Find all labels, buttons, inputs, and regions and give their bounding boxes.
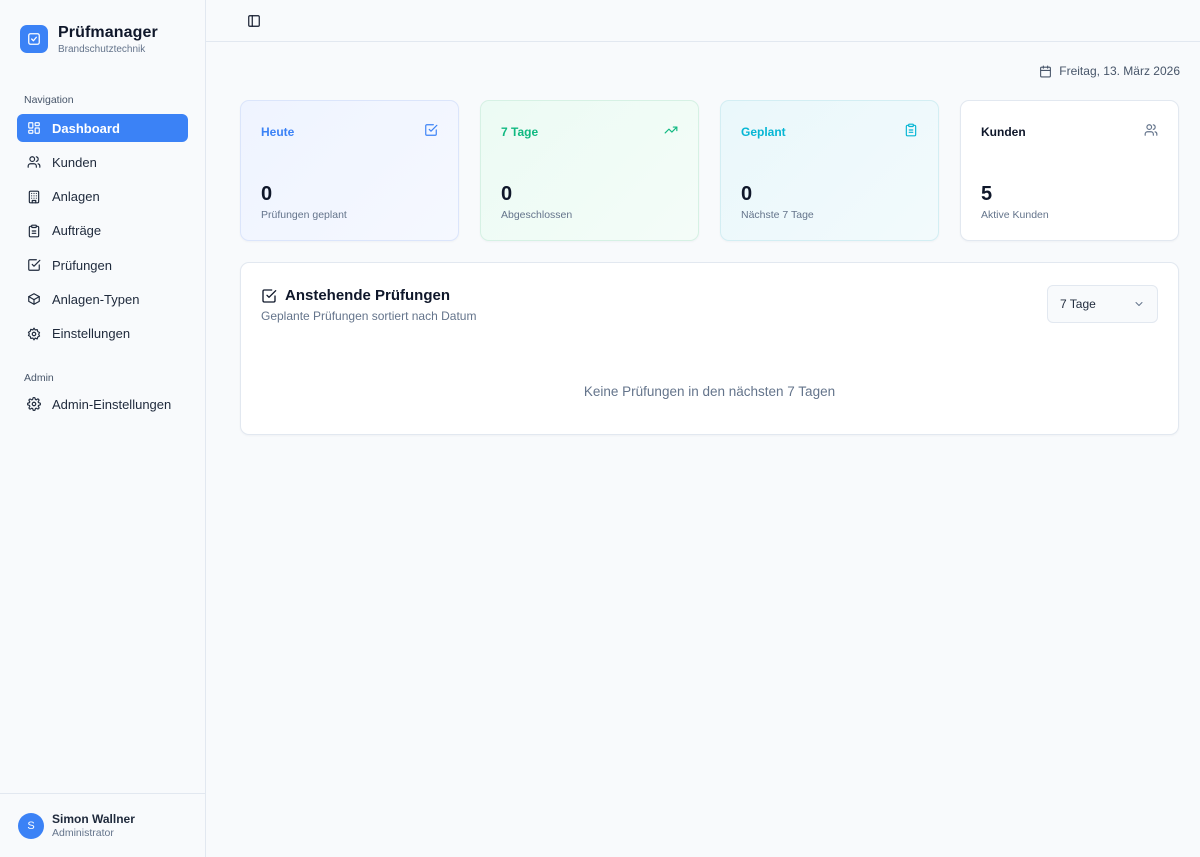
stat-title: Kunden [981,125,1026,139]
avatar: S [18,812,44,839]
topbar [206,0,1200,42]
sidebar-item-auftraege[interactable]: Aufträge [17,217,188,245]
sidebar-item-admin-einstellungen[interactable]: Admin-Einstellungen [17,390,188,418]
stat-subtitle: Nächste 7 Tage [741,209,814,221]
users-icon [27,155,41,169]
date-text: Freitag, 13. März 2026 [1059,64,1180,78]
check-square-icon [261,288,277,304]
package-icon [27,292,41,306]
brand-subtitle: Brandschutztechnik [58,43,146,55]
nav-list-admin: Admin-Einstellungen [0,384,205,424]
stat-subtitle: Prüfungen geplant [261,209,347,221]
panel-title: Anstehende Prüfungen [285,287,451,304]
settings-icon [27,327,41,341]
stat-value: 0 [261,183,273,205]
brand[interactable]: Prüfmanager Brandschutztechnik [0,0,205,60]
stat-value: 0 [741,183,753,205]
sidebar-item-label: Anlagen [52,189,100,205]
user-name: Simon Wallner [52,812,135,826]
calendar-icon [1039,65,1052,78]
sidebar-item-dashboard[interactable]: Dashboard [17,114,188,142]
stat-subtitle: Abgeschlossen [501,209,573,221]
user-menu[interactable]: S Simon Wallner Administrator [0,793,205,857]
stat-title: Geplant [741,125,786,139]
user-role: Administrator [52,827,114,839]
nav-section-label-navigation: Navigation [24,94,74,106]
sidebar-toggle-button[interactable] [246,13,262,29]
gear-icon [27,397,41,412]
chevron-down-icon [1133,298,1145,310]
clipboard-icon [27,224,41,238]
sidebar-item-label: Prüfungen [52,257,112,273]
stat-title: Heute [261,125,295,139]
stat-card-heute[interactable]: Heute 0 Prüfungen geplant [240,100,459,241]
sidebar-item-label: Einstellungen [52,326,131,342]
panel-subtitle: Geplante Prüfungen sortiert nach Datum [261,309,477,323]
brand-title: Prüfmanager [58,23,158,41]
brand-logo-icon [20,25,48,53]
sidebar-item-label: Anlagen-Typen [52,291,140,307]
range-select-value: 7 Tage [1060,297,1096,311]
stat-value: 0 [501,183,513,205]
empty-state-message: Keine Prüfungen in den nächsten 7 Tagen [583,384,836,399]
stats-row: Heute 0 Prüfungen geplant 7 Tage 0 Abges… [240,100,1179,241]
upcoming-inspections-panel: Anstehende Prüfungen Geplante Prüfungen … [240,262,1179,435]
range-select[interactable]: 7 Tage [1047,285,1158,323]
stat-value: 5 [981,183,993,205]
sidebar-item-kunden[interactable]: Kunden [17,148,188,176]
clipboard-list-icon [904,123,918,137]
dashboard-icon [27,121,41,135]
panel-left-icon [248,15,260,27]
stat-card-kunden[interactable]: Kunden 5 Aktive Kunden [960,100,1179,241]
sidebar-item-label: Aufträge [52,223,102,239]
stat-title: 7 Tage [501,125,539,139]
sidebar-item-anlagen-typen[interactable]: Anlagen-Typen [17,285,188,313]
nav-section-label-admin: Admin [24,372,54,385]
sidebar: Prüfmanager Brandschutztechnik Navigatio… [0,0,206,857]
sidebar-item-label: Admin-Einstellungen [52,396,172,412]
current-date: Freitag, 13. März 2026 [1039,64,1180,78]
sidebar-item-einstellungen[interactable]: Einstellungen [17,320,188,348]
stat-card-geplant[interactable]: Geplant 0 Nächste 7 Tage [720,100,939,241]
users-icon [1144,123,1158,137]
nav-list-main: Dashboard Kunden Anlagen Aufträge Prüfun… [0,106,205,354]
check-square-icon [424,123,438,137]
building-icon [27,190,41,204]
sidebar-item-pruefungen[interactable]: Prüfungen [17,251,188,279]
sidebar-item-label: Dashboard [52,120,120,136]
trending-up-icon [664,123,678,137]
checkbox-icon [27,258,41,272]
sidebar-item-anlagen[interactable]: Anlagen [17,183,188,211]
stat-card-7-tage[interactable]: 7 Tage 0 Abgeschlossen [480,100,699,241]
main-content: Freitag, 13. März 2026 Heute 0 Prüfungen… [206,0,1200,857]
stat-subtitle: Aktive Kunden [981,209,1049,221]
app-root: Prüfmanager Brandschutztechnik Navigatio… [0,0,1200,857]
sidebar-item-label: Kunden [52,154,97,170]
